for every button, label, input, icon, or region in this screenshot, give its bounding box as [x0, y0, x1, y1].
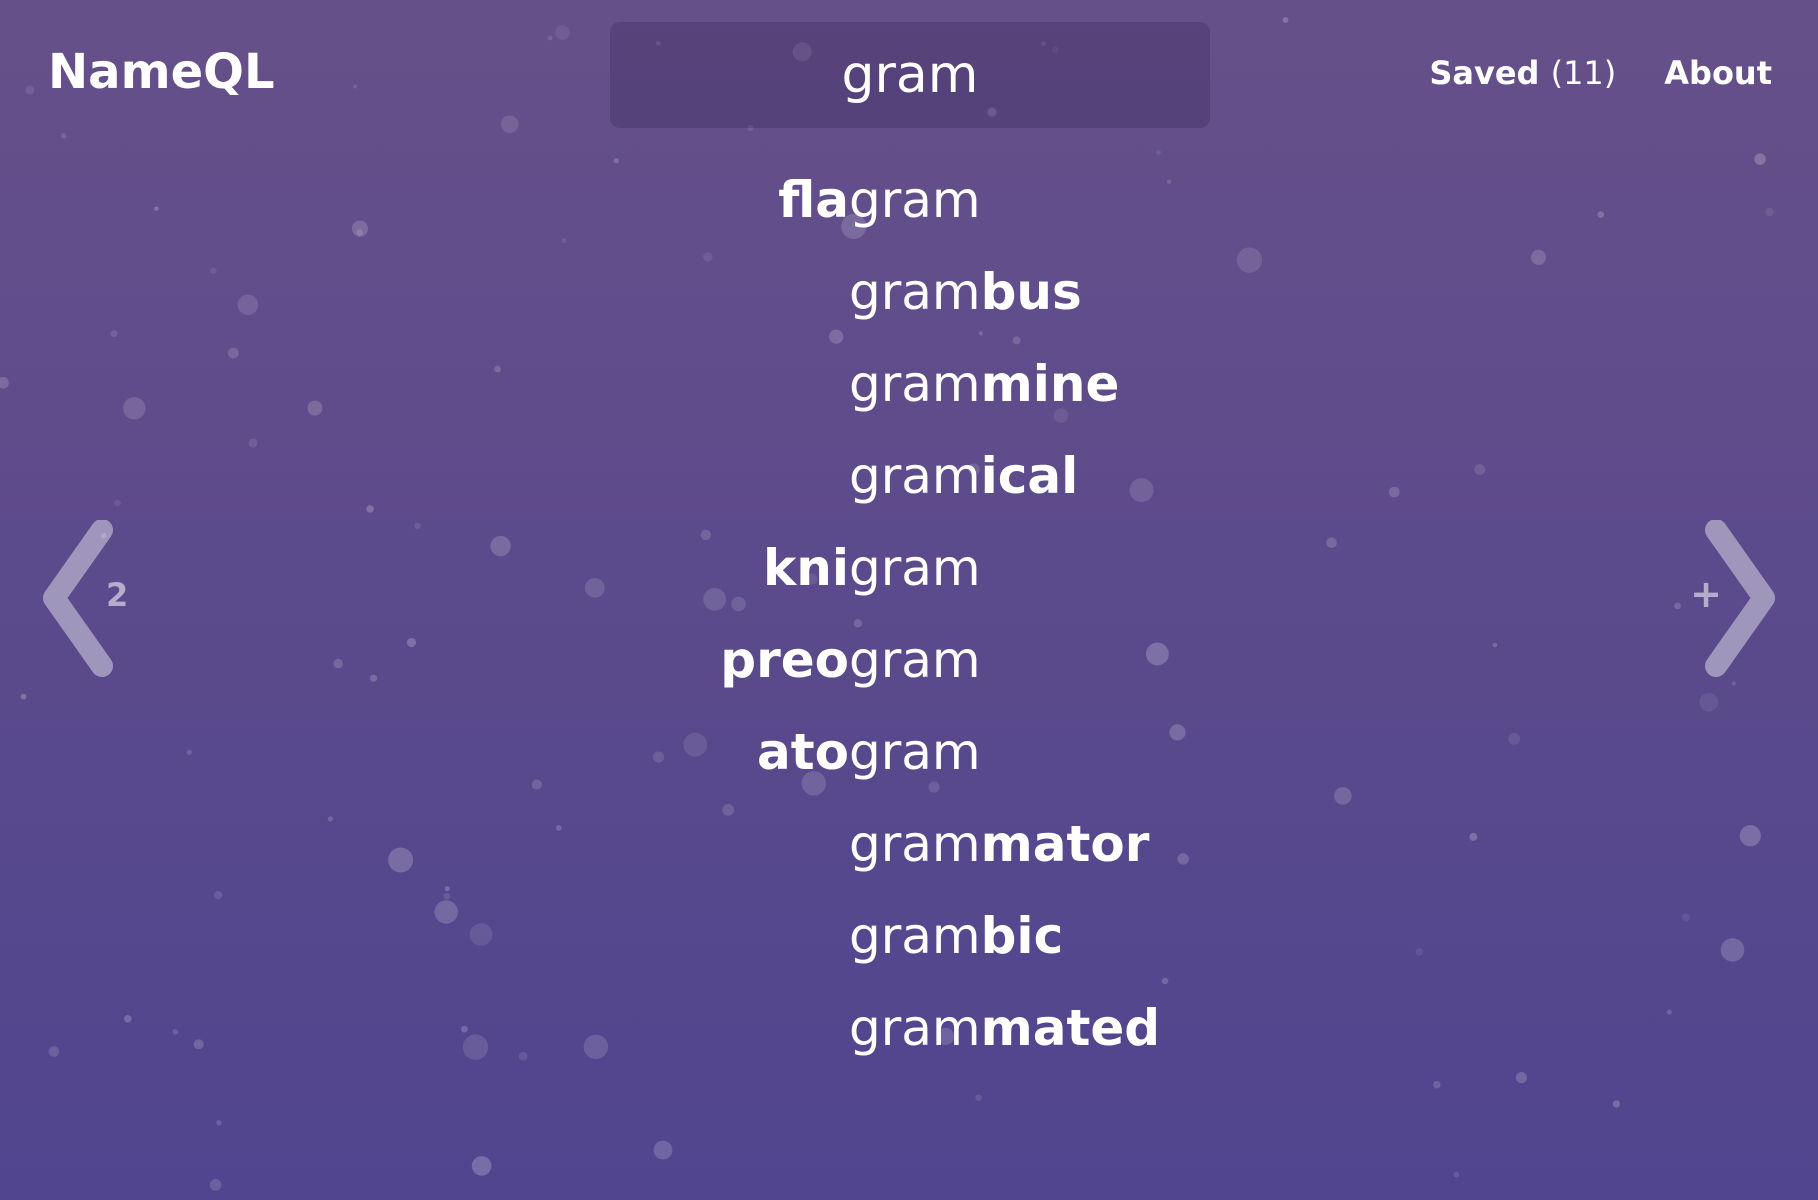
result-query: gram [849, 539, 981, 597]
result-query: gram [849, 263, 981, 321]
result-query: gram [849, 907, 981, 965]
search-input[interactable] [610, 22, 1210, 128]
result-item[interactable]: knigram [763, 528, 981, 608]
top-nav: Saved (11) About [1429, 54, 1772, 92]
search-box [610, 22, 1210, 128]
result-item[interactable]: atogram [757, 712, 981, 792]
result-prefix: ato [757, 723, 849, 781]
result-suffix: ical [980, 447, 1079, 505]
result-item[interactable]: gramical [849, 436, 1078, 516]
result-item[interactable]: grammator [849, 804, 1149, 884]
about-link[interactable]: About [1664, 54, 1772, 92]
plus-icon: + [1690, 572, 1722, 616]
result-item[interactable]: grambic [849, 896, 1063, 976]
result-suffix: bus [980, 263, 1082, 321]
result-query: gram [849, 815, 981, 873]
result-query: gram [849, 631, 981, 689]
result-suffix: bic [980, 907, 1064, 965]
result-item[interactable]: flagram [778, 160, 980, 240]
saved-link[interactable]: Saved (11) [1429, 54, 1616, 92]
result-query: gram [849, 171, 981, 229]
result-item[interactable]: preogram [720, 620, 980, 700]
result-prefix: kni [763, 539, 849, 597]
result-query: gram [849, 355, 981, 413]
result-suffix: mine [980, 355, 1120, 413]
result-suffix: mator [980, 815, 1150, 873]
result-item[interactable]: grambus [849, 252, 1082, 332]
result-item[interactable]: grammated [849, 988, 1160, 1068]
result-item[interactable]: grammine [849, 344, 1119, 424]
app-logo[interactable]: NameQL [48, 44, 275, 100]
prev-page-number: 2 [106, 576, 129, 614]
result-query: gram [849, 723, 981, 781]
result-query: gram [849, 999, 981, 1057]
result-prefix: fla [778, 171, 849, 229]
saved-label: Saved [1429, 54, 1540, 92]
saved-count: (11) [1550, 54, 1617, 92]
result-query: gram [849, 447, 981, 505]
result-suffix: mated [980, 999, 1161, 1057]
result-prefix: preo [720, 631, 849, 689]
